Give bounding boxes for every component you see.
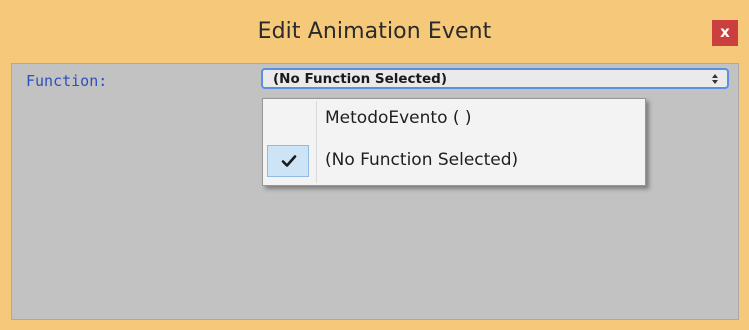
menu-item-label: MetodoEvento ( ) xyxy=(325,108,472,128)
menu-item-no-function-selected[interactable]: (No Function Selected) xyxy=(263,143,645,179)
menu-item-metodoevento[interactable]: MetodoEvento ( ) xyxy=(263,101,645,137)
function-label: Function: xyxy=(26,72,108,90)
check-icon xyxy=(281,155,297,167)
function-dropdown-menu: MetodoEvento ( ) (No Function Selected) xyxy=(262,98,646,186)
window-title: Edit Animation Event xyxy=(257,19,492,44)
function-select[interactable]: (No Function Selected) xyxy=(261,68,729,89)
edit-animation-event-window: Edit Animation Event x Function: (No Fun… xyxy=(0,0,749,330)
updown-arrows-icon xyxy=(712,74,718,84)
close-button[interactable]: x xyxy=(712,20,738,46)
close-icon: x xyxy=(720,23,730,41)
menu-item-label: (No Function Selected) xyxy=(325,150,519,170)
title-bar[interactable]: Edit Animation Event x xyxy=(0,0,749,63)
checked-indicator xyxy=(267,145,309,177)
function-select-value: (No Function Selected) xyxy=(273,71,447,87)
